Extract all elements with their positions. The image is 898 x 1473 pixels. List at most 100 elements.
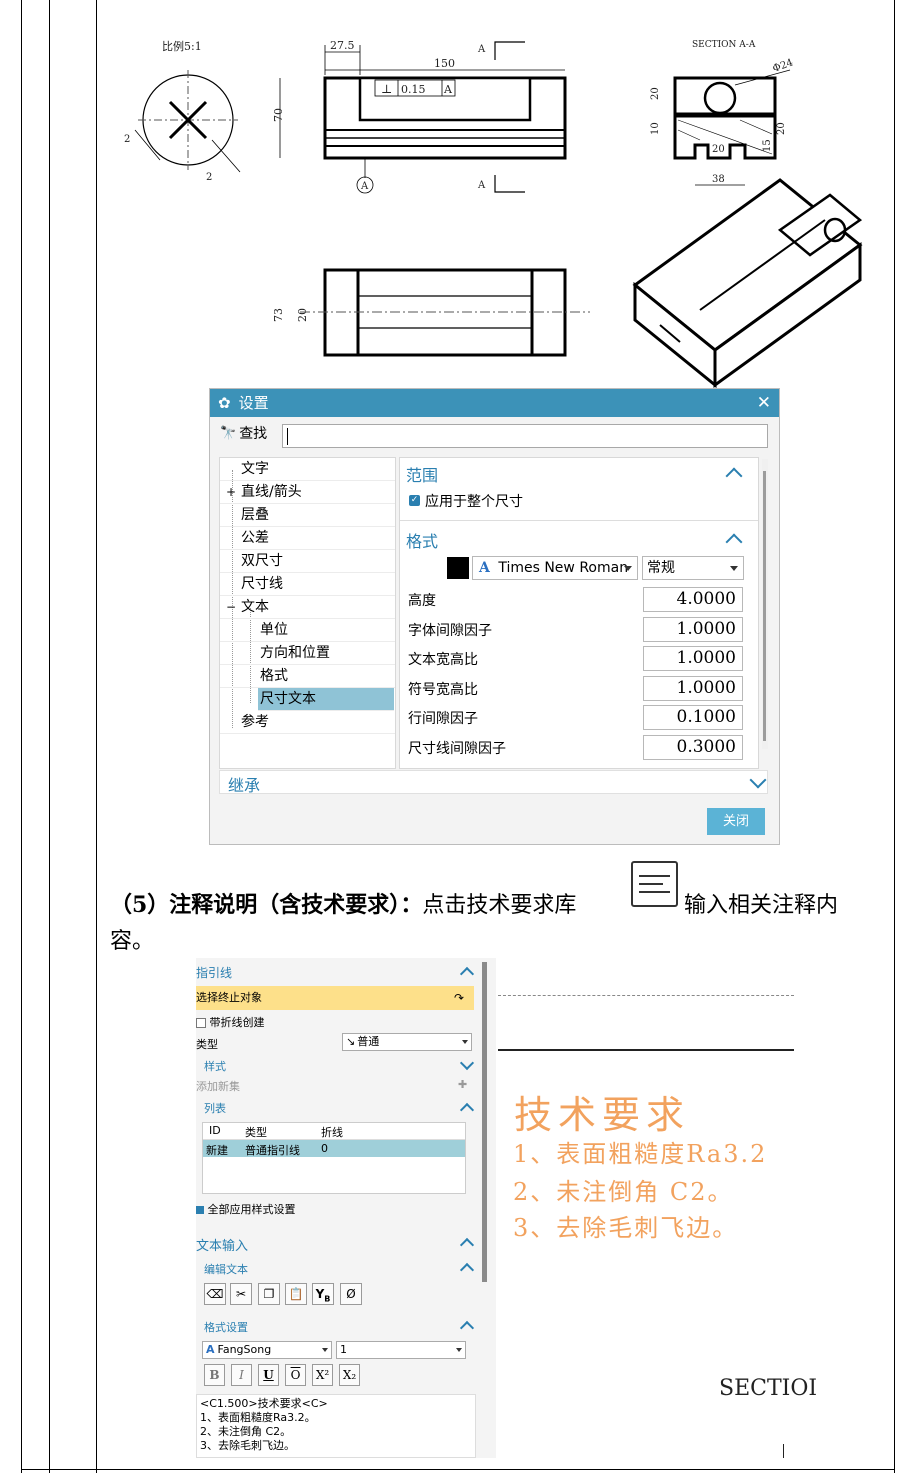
scale-label: 比例5:1: [162, 39, 202, 53]
tree-item-format[interactable]: 格式: [220, 665, 395, 688]
tree-item-dual-dim[interactable]: 双尺寸: [220, 550, 395, 573]
font-a-icon: A: [479, 560, 490, 576]
front-view: 27.5 150 70 ⊥ 0.15 A A A A: [272, 39, 567, 194]
chevron-up-icon[interactable]: [725, 467, 743, 485]
dim-150: 150: [434, 57, 455, 70]
close-icon[interactable]: ✕: [757, 389, 771, 417]
type-select[interactable]: ↘ 普通: [342, 1033, 472, 1051]
svg-text:A: A: [477, 44, 486, 55]
dimline-gap-label: 尺寸线间隙因子: [408, 741, 506, 757]
apply-all-row[interactable]: 全部应用样式设置: [196, 1201, 474, 1217]
annotation-text-area[interactable]: <C1.500>技术要求<C> 1、表面粗糙度Ra3.2。 2、未注倒角 C2。…: [196, 1394, 476, 1458]
tree-item-text[interactable]: − 文本: [220, 596, 395, 619]
table-header: ID 类型 折线: [203, 1123, 465, 1140]
dropdown-arrow-icon: [456, 1348, 462, 1352]
svg-text:A: A: [443, 83, 453, 96]
tree-item-tolerance[interactable]: 公差: [220, 527, 395, 550]
dropdown-arrow-icon: [730, 566, 738, 571]
apply-all-checkbox[interactable]: [196, 1206, 204, 1214]
symbol-font-icon[interactable]: YB: [312, 1283, 334, 1305]
tree-item-orientation[interactable]: 方向和位置: [220, 642, 395, 665]
panel-scrollbar[interactable]: [482, 962, 487, 1282]
table-border-col1: [49, 0, 50, 1473]
edit-text-header[interactable]: 编辑文本: [204, 1261, 482, 1277]
dialog-titlebar: ✿ 设置: [210, 389, 779, 417]
tree-item-text-style[interactable]: 文字: [220, 458, 395, 481]
tech-req-title: 技术要求: [514, 1093, 691, 1137]
style-header[interactable]: 样式: [204, 1058, 482, 1074]
italic-button[interactable]: I: [231, 1364, 252, 1386]
with-jog-checkbox[interactable]: [196, 1018, 206, 1028]
underline-button[interactable]: U: [258, 1364, 279, 1386]
cad-drawings: 比例5:1 2 2 27.5 150 70 ⊥ 0.15 A A A A SEC…: [124, 39, 863, 389]
dimline-gap-input[interactable]: 0.3000: [643, 735, 743, 760]
tree-item-units[interactable]: 单位: [220, 619, 395, 642]
table-row[interactable]: 新建 普通指引线 0: [203, 1140, 465, 1157]
section-text: SECTIOI: [719, 1376, 818, 1401]
line-gap-input[interactable]: 0.1000: [643, 705, 743, 730]
paste-icon[interactable]: 📋: [285, 1283, 307, 1305]
dropdown-arrow-icon: [322, 1348, 328, 1352]
collapse-minus-icon[interactable]: −: [226, 596, 236, 618]
apply-whole-dim-checkbox[interactable]: ✓: [409, 495, 420, 506]
tree-item-line-arrow[interactable]: + 直线/箭头: [220, 481, 395, 504]
tree-item-dim-line[interactable]: 尺寸线: [220, 573, 395, 596]
font-style-select[interactable]: 常规: [642, 556, 744, 580]
dropdown-arrow-icon: [462, 1040, 468, 1044]
table-border-col2: [96, 0, 97, 1473]
expand-plus-icon[interactable]: +: [226, 481, 236, 503]
inherit-header: 继承: [228, 776, 261, 795]
superscript-button[interactable]: X²: [312, 1364, 333, 1386]
chevron-down-icon[interactable]: [749, 771, 767, 789]
leader-header[interactable]: 指引线: [196, 964, 474, 981]
svg-text:38: 38: [712, 174, 725, 185]
format-header[interactable]: 格式设置: [204, 1319, 482, 1335]
symbol-diameter-icon[interactable]: Ø: [340, 1283, 362, 1305]
dim-2b: 2: [206, 172, 212, 183]
paragraph-line2: 容。: [110, 929, 155, 954]
find-input[interactable]: [282, 424, 768, 448]
panel-scrollbar[interactable]: [762, 459, 768, 749]
text-input-header[interactable]: 文本输入: [196, 1235, 474, 1254]
bold-button[interactable]: B: [204, 1364, 225, 1386]
scrollbar-thumb[interactable]: [763, 471, 766, 741]
add-new-set[interactable]: 添加新集: [196, 1078, 474, 1094]
overline-button[interactable]: O: [285, 1364, 306, 1386]
tree-item-dim-text[interactable]: 尺寸文本: [258, 688, 394, 711]
settings-tree: 文字 + 直线/箭头 层叠 公差 双尺寸 尺寸线 − 文本 单位 方向和位置 格式 …: [219, 457, 396, 769]
tree-item-stack[interactable]: 层叠: [220, 504, 395, 527]
copy-icon[interactable]: ❐: [258, 1283, 280, 1305]
tree-item-reference[interactable]: 参考: [220, 711, 395, 734]
cut-icon[interactable]: ✂: [230, 1283, 252, 1305]
font-size-select[interactable]: 1: [336, 1341, 466, 1359]
instruction-paragraph: （5）注释说明（含技术要求）：点击技术要求库: [110, 892, 577, 918]
close-button[interactable]: 关闭: [707, 808, 765, 835]
leader-pick-icon[interactable]: ↷: [454, 986, 464, 1010]
select-end-object[interactable]: 选择终止对象 ↷: [196, 986, 474, 1010]
aspect-input[interactable]: 1.0000: [643, 646, 743, 671]
svg-text:20: 20: [650, 87, 661, 100]
height-input[interactable]: 4.0000: [643, 587, 743, 612]
list-header[interactable]: 列表: [204, 1100, 482, 1116]
datum-a-label: A: [360, 181, 369, 192]
chevron-up-icon[interactable]: [725, 533, 743, 551]
subscript-button[interactable]: X₂: [339, 1364, 360, 1386]
eraser-icon[interactable]: ⌫: [204, 1283, 226, 1305]
dropdown-arrow-icon: [624, 566, 632, 571]
leader-list-table: ID 类型 折线 新建 普通指引线 0: [202, 1122, 466, 1194]
scope-header[interactable]: 范围: [406, 462, 438, 486]
svg-text:20: 20: [776, 122, 787, 135]
tech-req-line-2: 2、未注倒角 C2。: [513, 1178, 734, 1206]
color-swatch[interactable]: [447, 557, 469, 579]
with-jog-row[interactable]: 带折线创建: [196, 1014, 474, 1030]
font-select[interactable]: A Times New Roman: [472, 556, 638, 580]
char-gap-input[interactable]: 1.0000: [643, 617, 743, 642]
tech-requirement-library-icon[interactable]: [631, 861, 678, 907]
inherit-section[interactable]: 继承: [219, 770, 768, 795]
add-set-icon[interactable]: ✚: [458, 1078, 467, 1091]
font-select[interactable]: A FangSong: [202, 1341, 332, 1359]
svg-text:73: 73: [272, 308, 285, 322]
format-header[interactable]: 格式: [406, 528, 438, 552]
symbol-aspect-input[interactable]: 1.0000: [643, 676, 743, 701]
top-view: 73 20: [272, 268, 590, 357]
